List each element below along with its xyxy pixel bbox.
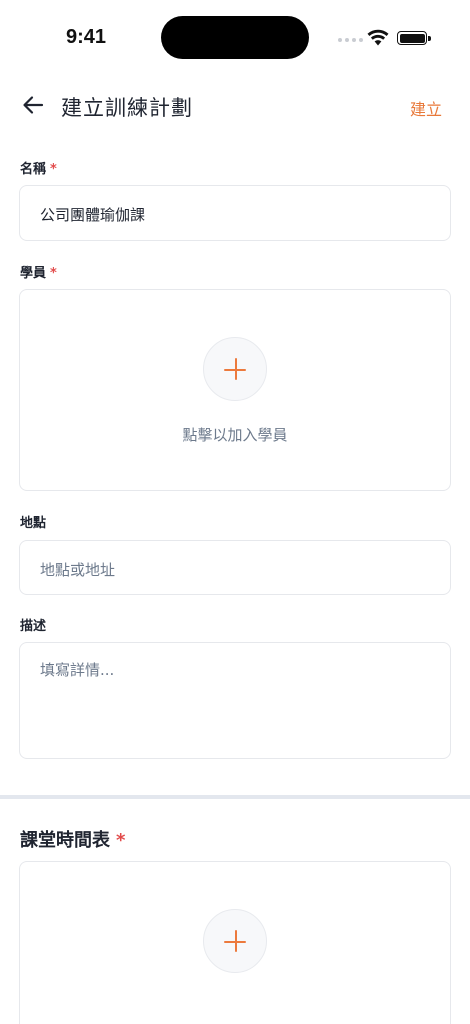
name-label: 名稱 * [20,158,57,177]
name-field[interactable]: 公司團體瑜伽課 [19,185,451,241]
students-label: 學員 * [20,262,57,281]
arrow-left-icon[interactable] [20,92,46,118]
add-schedule-area[interactable] [19,861,451,1024]
description-placeholder: 填寫詳情... [40,661,115,679]
battery-icon [397,31,431,45]
section-divider [0,795,470,799]
navigation-bar: 建立訓練計劃 建立 [0,84,470,128]
status-time: 9:41 [66,26,107,48]
plus-icon[interactable] [203,337,267,401]
required-mark: * [50,162,57,177]
schedule-title: 課堂時間表 * [20,826,125,852]
location-placeholder: 地點或地址 [40,561,116,579]
description-label: 描述 [20,615,46,634]
schedule-title-text: 課堂時間表 [20,830,110,851]
add-students-area[interactable]: 點擊以加入學員 [19,289,451,491]
cellular-signal-icon [338,38,363,42]
location-input[interactable]: 地點或地址 [19,540,451,595]
students-label-text: 學員 [20,266,47,281]
location-label: 地點 [20,512,46,531]
add-students-hint: 點擊以加入學員 [182,426,288,444]
location-label-text: 地點 [20,516,47,531]
required-mark: * [116,830,126,851]
wifi-icon [367,29,389,46]
plus-icon[interactable] [203,909,267,973]
description-textarea[interactable]: 填寫詳情... [19,642,451,759]
name-label-text: 名稱 [20,162,47,177]
required-mark: * [50,266,57,281]
dynamic-island [161,16,309,59]
status-bar: 9:41 [0,0,470,76]
page-title: 建立訓練計劃 [61,96,193,120]
name-field-value: 公司團體瑜伽課 [40,206,146,224]
create-button[interactable]: 建立 [410,96,442,120]
description-label-text: 描述 [20,619,47,634]
